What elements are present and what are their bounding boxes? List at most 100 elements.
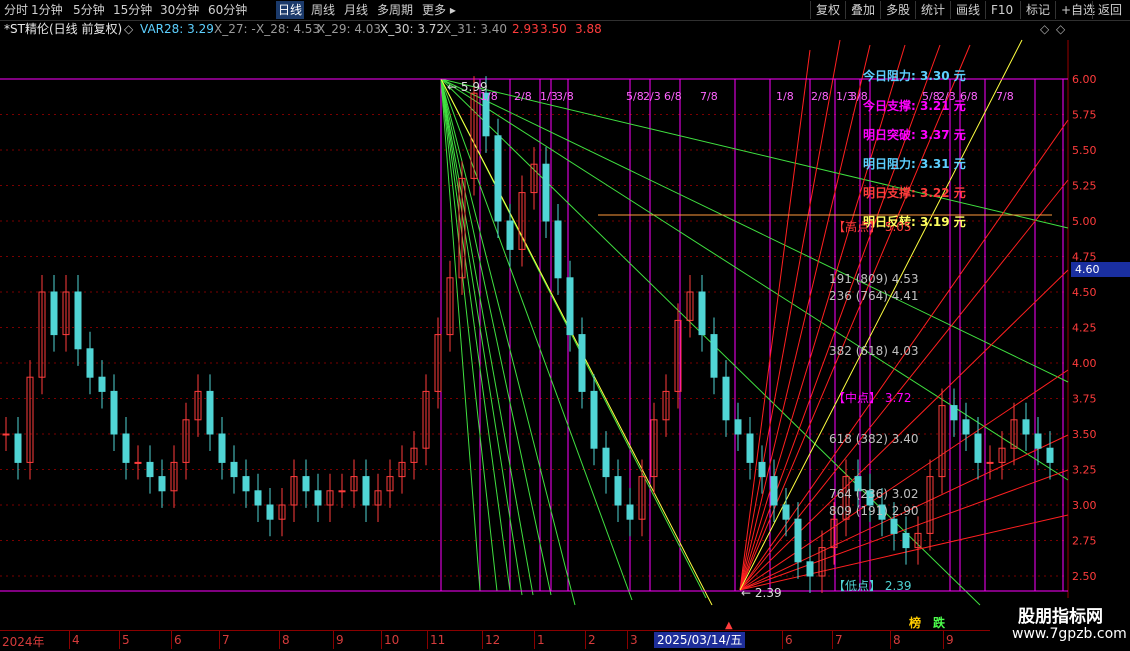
candle-body	[146, 461, 154, 478]
collapse-icon[interactable]: ◇	[124, 20, 133, 38]
price-tick: 5.75	[1072, 109, 1097, 122]
candle-body	[134, 461, 142, 464]
diamond-icon[interactable]: ◇	[1040, 20, 1049, 38]
fib-764-label: 764 (236) 3.02	[829, 487, 919, 501]
candle-body	[206, 390, 214, 435]
cursor-arrow-icon: ▲	[725, 620, 733, 631]
fraction-label: 7/8	[700, 90, 718, 103]
price-tick: 4.00	[1072, 357, 1097, 370]
watermark-title: 股朋指标网	[1018, 607, 1103, 627]
month-label: 5	[122, 633, 130, 647]
month-tick	[482, 631, 483, 649]
candle-body	[578, 334, 586, 392]
trough-label: ← 2.39	[741, 586, 782, 600]
candle-body	[986, 461, 994, 464]
month-label: 10	[384, 633, 400, 647]
candle-body	[602, 447, 610, 478]
month-tick	[534, 631, 535, 649]
period-15min[interactable]: 15分钟	[113, 1, 152, 19]
period-more[interactable]: 更多 ▸	[422, 1, 456, 19]
month-tick	[119, 631, 120, 649]
month-label: 8	[282, 633, 290, 647]
v2-value: 3.50	[540, 22, 567, 36]
fraction-label: 6/8	[960, 90, 978, 103]
candle-body	[86, 348, 94, 378]
candle-body	[590, 390, 598, 449]
back-button[interactable]: 返回	[1092, 1, 1127, 19]
period-1min[interactable]: 1分钟	[31, 1, 63, 19]
bottom-tag-1: 榜	[909, 616, 922, 630]
f10-button[interactable]: F10	[985, 1, 1018, 19]
time-axis: 2024年45678910111212367895 2025/03/14/五 ▲	[0, 620, 1130, 651]
price-tick: 4.25	[1072, 322, 1097, 335]
fraction-label: 2/3	[938, 90, 956, 103]
period-daily[interactable]: 日线	[276, 1, 305, 19]
overlay-button[interactable]: 叠加	[845, 1, 880, 19]
month-label: 2024年	[2, 635, 45, 649]
candle-body	[758, 461, 766, 478]
fraction-label: 3/8	[850, 90, 868, 103]
period-60min[interactable]: 60分钟	[208, 1, 247, 19]
settings-icon[interactable]: ◇	[1056, 20, 1065, 38]
fraction-label: 2/8	[514, 90, 532, 103]
toolbar: 分时 1分钟 5分钟 15分钟 30分钟 60分钟 日线 周线 月线 多周期 更…	[0, 0, 1130, 21]
month-label: 7	[222, 633, 230, 647]
fraction-label: 5/8	[626, 90, 644, 103]
month-label: 7	[835, 633, 843, 647]
month-label: 6	[174, 633, 182, 647]
current-price-tag: 4.60	[1071, 262, 1130, 277]
tomorrow-resist-label: 明日阻力: 3.31 元	[863, 157, 966, 171]
tomorrow-support-label: 明日支撑: 3.22 元	[863, 186, 966, 200]
candle-body	[962, 419, 970, 435]
adjust-button[interactable]: 复权	[810, 1, 845, 19]
candle-body	[230, 461, 238, 478]
fraction-label: 1/8	[776, 90, 794, 103]
price-tick: 3.50	[1072, 428, 1097, 441]
candle-body	[890, 518, 898, 534]
month-tick	[219, 631, 220, 649]
price-tick: 3.25	[1072, 464, 1097, 477]
month-tick	[943, 631, 944, 649]
candle-body	[1022, 419, 1030, 435]
month-tick	[69, 631, 70, 649]
period-30min[interactable]: 30分钟	[160, 1, 199, 19]
tomorrow-break-label: 明日突破: 3.37 元	[863, 128, 966, 142]
mark-button[interactable]: 标记	[1020, 1, 1055, 19]
candle-body	[614, 476, 622, 506]
candle-body	[98, 376, 106, 392]
month-label: 11	[430, 633, 446, 647]
period-multi[interactable]: 多周期	[377, 1, 413, 19]
fib-mid-label: 【中点】 3.72	[833, 391, 912, 405]
candle-body	[506, 220, 514, 250]
period-weekly[interactable]: 周线	[311, 1, 335, 19]
fraction-label: 7/8	[996, 90, 1014, 103]
bottom-tag-2: 跌	[933, 616, 946, 630]
candle-body	[158, 476, 166, 492]
fraction-label: 6/8	[664, 90, 682, 103]
multi-stock-button[interactable]: 多股	[880, 1, 915, 19]
today-resist-label: 今日阻力: 3.30 元	[863, 69, 966, 83]
fib-382-label: 382 (618) 4.03	[829, 344, 919, 358]
month-tick	[627, 631, 628, 649]
period-5min[interactable]: 5分钟	[73, 1, 105, 19]
period-monthly[interactable]: 月线	[344, 1, 368, 19]
candle-body	[302, 476, 310, 492]
stats-button[interactable]: 统计	[915, 1, 950, 19]
month-label: 4	[72, 633, 80, 647]
candle-body	[566, 277, 574, 336]
fib-191-label: 191 (809) 4.53	[829, 272, 919, 286]
period-minute[interactable]: 分时	[4, 1, 28, 19]
fan-line	[739, 49, 811, 591]
price-tick: 5.50	[1072, 144, 1097, 157]
price-tick: 6.00	[1072, 73, 1097, 86]
month-tick	[890, 631, 891, 649]
trough-value: 2.39	[754, 586, 782, 600]
price-tick: 2.50	[1072, 570, 1097, 583]
month-tick	[381, 631, 382, 649]
candle-body	[974, 433, 982, 463]
price-tick: 4.50	[1072, 286, 1097, 299]
candle-body	[746, 433, 754, 463]
draw-button[interactable]: 画线	[950, 1, 985, 19]
month-label: 9	[336, 633, 344, 647]
stock-title: *ST精伦(日线 前复权)	[4, 22, 123, 36]
